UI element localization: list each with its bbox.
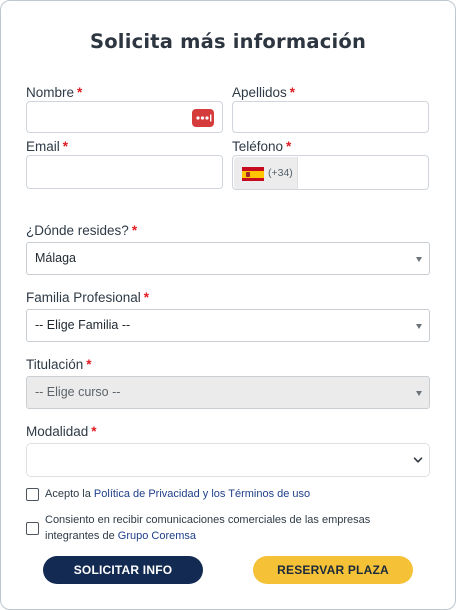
marketing-consent-text: Consiento en recibir comunicaciones come… (45, 513, 370, 544)
residencia-label-text: ¿Dónde resides? (26, 223, 129, 238)
password-manager-icon[interactable] (192, 109, 214, 127)
email-input[interactable] (26, 155, 223, 189)
marketing-line2-prefix: integrantes de (45, 529, 118, 542)
titulacion-label: Titulación * (26, 357, 92, 372)
required-mark: * (77, 85, 83, 100)
modalidad-label-text: Modalidad (26, 424, 89, 439)
privacy-checkbox[interactable] (26, 488, 39, 501)
required-mark: * (86, 357, 92, 372)
privacy-consent-row: Acepto la Política de Privacidad y los T… (26, 487, 436, 503)
apellidos-label: Apellidos * (232, 85, 295, 100)
familia-select[interactable]: -- Elige Familia -- (26, 309, 430, 342)
titulacion-label-text: Titulación (26, 357, 84, 372)
familia-label-text: Familia Profesional (26, 290, 141, 305)
privacy-prefix: Acepto la (45, 488, 94, 500)
dial-code: (+34) (268, 167, 293, 179)
chevron-down-icon (413, 457, 423, 463)
familia-selected-value: -- Elige Familia -- (35, 318, 131, 332)
modalidad-select[interactable] (26, 443, 430, 477)
required-mark: * (143, 290, 150, 305)
nombre-label-text: Nombre (26, 85, 75, 100)
telefono-input[interactable]: (+34) (232, 155, 429, 190)
titulacion-select[interactable]: -- Elige curso -- (26, 376, 430, 409)
caret-down-icon (416, 324, 422, 329)
telefono-label-text: Teléfono (232, 139, 284, 154)
country-code-selector[interactable]: (+34) (234, 157, 298, 189)
titulacion-selected-value: -- Elige curso -- (35, 385, 121, 399)
familia-label: Familia Profesional * (26, 290, 149, 305)
required-mark: * (131, 223, 138, 238)
reservar-plaza-button[interactable]: RESERVAR PLAZA (253, 556, 413, 584)
apellidos-input[interactable] (232, 101, 429, 133)
grupo-coremsa-link[interactable]: Grupo Coremsa (118, 530, 196, 542)
spain-flag-icon (242, 167, 264, 181)
email-label: Email * (26, 139, 68, 154)
marketing-checkbox[interactable] (26, 522, 39, 535)
telefono-label: Teléfono * (232, 139, 291, 154)
marketing-consent-row: Consiento en recibir comunicaciones come… (26, 513, 436, 545)
privacy-policy-link[interactable]: Política de Privacidad y los Términos de… (94, 488, 310, 500)
form-title: Solicita más información (89, 30, 367, 53)
marketing-line1: Consiento en recibir comunicaciones come… (45, 514, 371, 526)
residencia-selected-value: Málaga (35, 251, 76, 265)
required-mark: * (286, 139, 292, 154)
privacy-consent-text: Acepto la Política de Privacidad y los T… (45, 487, 310, 503)
nombre-label: Nombre * (26, 85, 82, 100)
residencia-select[interactable]: Málaga (26, 242, 430, 275)
nombre-input[interactable] (26, 101, 223, 133)
required-mark: * (91, 424, 97, 439)
apellidos-label-text: Apellidos (232, 85, 287, 100)
residencia-label: ¿Dónde resides? * (26, 223, 137, 238)
required-mark: * (62, 139, 69, 154)
solicitar-info-button[interactable]: SOLICITAR INFO (43, 556, 203, 584)
modalidad-label: Modalidad * (26, 424, 97, 439)
caret-down-icon (416, 391, 422, 396)
caret-down-icon (416, 257, 422, 262)
email-label-text: Email (26, 139, 60, 154)
required-mark: * (289, 85, 296, 100)
